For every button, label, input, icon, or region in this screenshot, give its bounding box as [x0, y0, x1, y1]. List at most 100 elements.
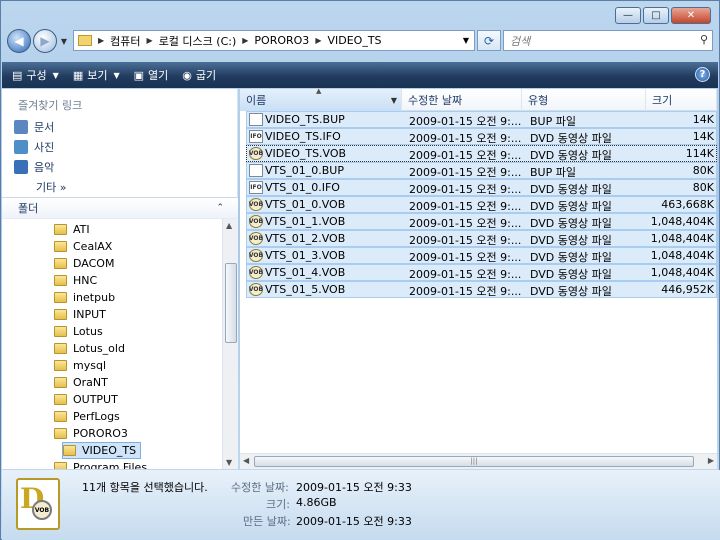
file-row[interactable]: VOB VTS_01_5.VOB 2009-01-15 오전 9:... DVD 동영… [246, 281, 717, 298]
crumb-pororo3[interactable]: PORORO3 [254, 34, 309, 47]
tree-folder-lotus[interactable]: Lotus [54, 323, 103, 340]
tree-vertical-scrollbar[interactable]: ▲ ▼ [222, 219, 238, 469]
file-row[interactable]: VOB VTS_01_3.VOB 2009-01-15 오전 9:... DVD 동영… [246, 247, 717, 264]
file-row[interactable]: VTS_01_0.BUP 2009-01-15 오전 9:... BUP 파일 80K [246, 162, 717, 179]
navigation-bar: ◀ ▶ ▼ ▶ 컴퓨터 ▶ 로컬 디스크 (C:) ▶ PORORO3 ▶ VIDEO_… [7, 27, 713, 55]
burn-button[interactable]: ◉ 굽기 [182, 67, 216, 83]
favorite-label: 사진 [34, 141, 55, 154]
file-row[interactable]: VIDEO_TS.BUP 2009-01-15 오전 9:... BUP 파일 14K [246, 111, 717, 128]
file-type: DVD 동영상 파일 [530, 268, 612, 281]
tree-folder-lotus-old[interactable]: Lotus_old [54, 340, 125, 357]
file-type: DVD 동영상 파일 [530, 217, 612, 230]
crumb-video-ts[interactable]: VIDEO_TS [327, 34, 381, 47]
search-input[interactable]: 검색 ⚲ [503, 30, 713, 51]
organize-button[interactable]: ▤ 구성 ▼ [12, 67, 59, 83]
file-size: 80K [692, 164, 714, 177]
tree-folder-perflogs[interactable]: PerfLogs [54, 408, 120, 425]
tree-folder-output[interactable]: OUTPUT [54, 391, 118, 408]
minimize-button[interactable]: — [615, 7, 641, 24]
file-size: 1,048,404K [650, 249, 714, 262]
file-row[interactable]: IFO VTS_01_0.IFO 2009-01-15 오전 9:... DVD 동영… [246, 179, 717, 196]
favorite-link-music[interactable]: 음악 [14, 159, 54, 175]
crumb-computer[interactable]: 컴퓨터 [110, 33, 140, 49]
folder-label: VIDEO_TS [82, 444, 137, 457]
column-header-date[interactable]: 수정한 날짜 [402, 89, 522, 111]
scroll-up-icon[interactable]: ▲ [226, 221, 232, 230]
folder-icon [54, 394, 67, 405]
recent-pages-dropdown[interactable]: ▼ [59, 37, 69, 46]
file-size: 80K [692, 181, 714, 194]
tree-folder-cealax[interactable]: CealAX [54, 238, 112, 255]
chevron-right-icon[interactable]: ▶ [147, 36, 153, 45]
back-button[interactable]: ◀ [7, 29, 31, 53]
scroll-right-icon[interactable]: ▶ [708, 456, 714, 465]
open-button[interactable]: ▣ 열기 [134, 67, 169, 83]
help-button[interactable]: ? [695, 67, 710, 82]
burn-disc-icon: ◉ [182, 68, 192, 82]
file-date: 2009-01-15 오전 9:... [409, 234, 522, 247]
chevron-right-icon[interactable]: ▶ [242, 36, 248, 45]
views-button[interactable]: ▦ 보기 ▼ [73, 67, 120, 83]
file-size: 14K [692, 130, 714, 143]
chevron-right-icon[interactable]: ▶ [98, 36, 104, 45]
address-bar[interactable]: ▶ 컴퓨터 ▶ 로컬 디스크 (C:) ▶ PORORO3 ▶ VIDEO_TS ▼ [73, 30, 475, 51]
tree-folder-input[interactable]: INPUT [54, 306, 106, 323]
dvd-file-icon: D VOB [16, 478, 60, 530]
sort-ascending-icon: ▲ [316, 87, 322, 95]
caption-buttons: — □ ✕ [615, 7, 711, 24]
favorite-link-documents[interactable]: 문서 [14, 119, 54, 135]
chevron-down-icon[interactable]: ▼ [391, 96, 397, 105]
scroll-thumb[interactable]: ||| [254, 456, 694, 467]
search-placeholder: 검색 [510, 34, 531, 48]
column-size-label: 크기 [652, 94, 673, 107]
refresh-button[interactable]: ⟳ [477, 30, 501, 51]
scroll-thumb[interactable] [225, 263, 237, 343]
tree-folder-orant[interactable]: OraNT [54, 374, 108, 391]
tree-folder-inetpub[interactable]: inetpub [54, 289, 115, 306]
forward-button[interactable]: ▶ [33, 29, 57, 53]
folders-header[interactable]: 폴더 ⌃ [2, 197, 238, 219]
ifo-file-icon: IFO [249, 130, 263, 143]
file-type: BUP 파일 [530, 115, 576, 128]
maximize-button[interactable]: □ [643, 7, 669, 24]
folder-icon [54, 377, 67, 388]
tree-folder-hnc[interactable]: HNC [54, 272, 97, 289]
tree-folder-video-ts[interactable]: VIDEO_TS [62, 442, 142, 459]
column-header-size[interactable]: 크기 [646, 89, 717, 111]
tree-folder-pororo3[interactable]: PORORO3 [54, 425, 128, 442]
scroll-left-icon[interactable]: ◀ [243, 456, 249, 465]
file-row[interactable]: VOB VTS_01_2.VOB 2009-01-15 오전 9:... DVD 동영… [246, 230, 717, 247]
tree-folder-mysql[interactable]: mysql [54, 357, 106, 374]
address-dropdown-icon[interactable]: ▼ [458, 31, 474, 50]
folder-icon [54, 275, 67, 286]
file-date: 2009-01-15 오전 9:... [409, 132, 522, 145]
file-row[interactable]: VOB VTS_01_0.VOB 2009-01-15 오전 9:... DVD 동영… [246, 196, 717, 213]
file-date: 2009-01-15 오전 9:... [409, 251, 522, 264]
navigation-pane: 즐겨찾기 링크 문서 사진 음악 기타 » 폴더 ⌃ ATI CealAX DAC… [2, 89, 238, 469]
file-horizontal-scrollbar[interactable]: ◀ ||| ▶ [240, 453, 717, 469]
file-row[interactable]: VOB VIDEO_TS.VOB 2009-01-15 오전 9:... DVD 동영… [246, 145, 717, 162]
favorite-link-pictures[interactable]: 사진 [14, 139, 54, 155]
blank-file-icon [249, 113, 263, 126]
file-row[interactable]: VOB VTS_01_1.VOB 2009-01-15 오전 9:... DVD 동영… [246, 213, 717, 230]
folder-open-icon [54, 428, 67, 439]
column-header-name[interactable]: 이름 ▲ ▼ [240, 87, 402, 111]
more-links[interactable]: 기타 » [36, 179, 66, 195]
file-size: 1,048,404K [650, 232, 714, 245]
chevron-right-icon[interactable]: ▶ [315, 36, 321, 45]
file-list-pane: 이름 ▲ ▼ 수정한 날짜 유형 크기 VIDEO_TS.BUP 2009-01-15… [240, 87, 717, 469]
file-row[interactable]: IFO VIDEO_TS.IFO 2009-01-15 오전 9:... DVD 동영… [246, 128, 717, 145]
file-name: VTS_01_2.VOB [265, 232, 346, 245]
file-row[interactable]: VOB VTS_01_4.VOB 2009-01-15 오전 9:... DVD 동영… [246, 264, 717, 281]
scroll-down-icon[interactable]: ▼ [226, 458, 232, 467]
column-header-type[interactable]: 유형 [522, 89, 646, 111]
file-type: DVD 동영상 파일 [530, 149, 612, 162]
file-name: VIDEO_TS.IFO [265, 130, 341, 143]
close-button[interactable]: ✕ [671, 7, 711, 24]
tree-folder-dacom[interactable]: DACOM [54, 255, 114, 272]
folder-label: PerfLogs [73, 410, 120, 423]
crumb-local-disk[interactable]: 로컬 디스크 (C:) [159, 33, 237, 49]
search-icon[interactable]: ⚲ [700, 33, 708, 46]
tree-folder-program-files[interactable]: Program Files [54, 459, 147, 469]
tree-folder-ati[interactable]: ATI [54, 221, 90, 238]
